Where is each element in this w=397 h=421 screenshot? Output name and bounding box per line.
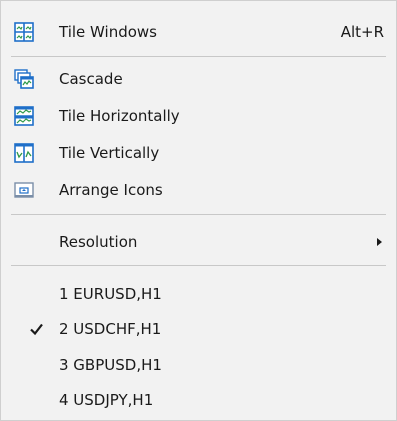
menu-item-label: Cascade [59, 70, 123, 88]
separator [11, 56, 386, 57]
menu-item-tile-horizontally[interactable]: Tile Horizontally [1, 98, 396, 134]
menu-item-label: Resolution [59, 233, 138, 251]
menu-item-label: 1 EURUSD,H1 [59, 285, 162, 303]
menu-item-label: Tile Windows [59, 23, 157, 41]
tile-windows-icon [14, 22, 34, 42]
menu-item-label: Arrange Icons [59, 181, 163, 199]
menu-item-label: Tile Horizontally [59, 107, 180, 125]
menu-item-label: 2 USDCHF,H1 [59, 320, 162, 338]
menu-item-label: 4 USDJPY,H1 [59, 391, 154, 409]
menu-item-chart-1[interactable]: 1 EURUSD,H1 [1, 276, 396, 312]
separator [11, 214, 386, 215]
menu-item-chart-2[interactable]: 2 USDCHF,H1 [1, 311, 396, 347]
separator [11, 265, 386, 266]
checkmark-icon [28, 320, 46, 338]
shortcut-label: Alt+R [340, 23, 384, 41]
arrange-icons-icon [14, 180, 34, 200]
menu-item-chart-4[interactable]: 4 USDJPY,H1 [1, 382, 396, 418]
window-menu: Tile Windows Alt+R Cascade Tile Horizont… [0, 0, 397, 421]
menu-item-cascade[interactable]: Cascade [1, 61, 396, 97]
tile-horizontally-icon [14, 106, 34, 126]
menu-item-chart-3[interactable]: 3 GBPUSD,H1 [1, 347, 396, 383]
cascade-icon [14, 69, 34, 89]
tile-vertically-icon [14, 143, 34, 163]
menu-item-label: 3 GBPUSD,H1 [59, 356, 162, 374]
menu-item-label: Tile Vertically [59, 144, 160, 162]
menu-item-tile-vertically[interactable]: Tile Vertically [1, 135, 396, 171]
menu-item-resolution[interactable]: Resolution [1, 224, 396, 260]
menu-item-arrange-icons[interactable]: Arrange Icons [1, 172, 396, 208]
menu-item-tile-windows[interactable]: Tile Windows Alt+R [1, 14, 396, 50]
submenu-arrow-icon [377, 238, 382, 246]
